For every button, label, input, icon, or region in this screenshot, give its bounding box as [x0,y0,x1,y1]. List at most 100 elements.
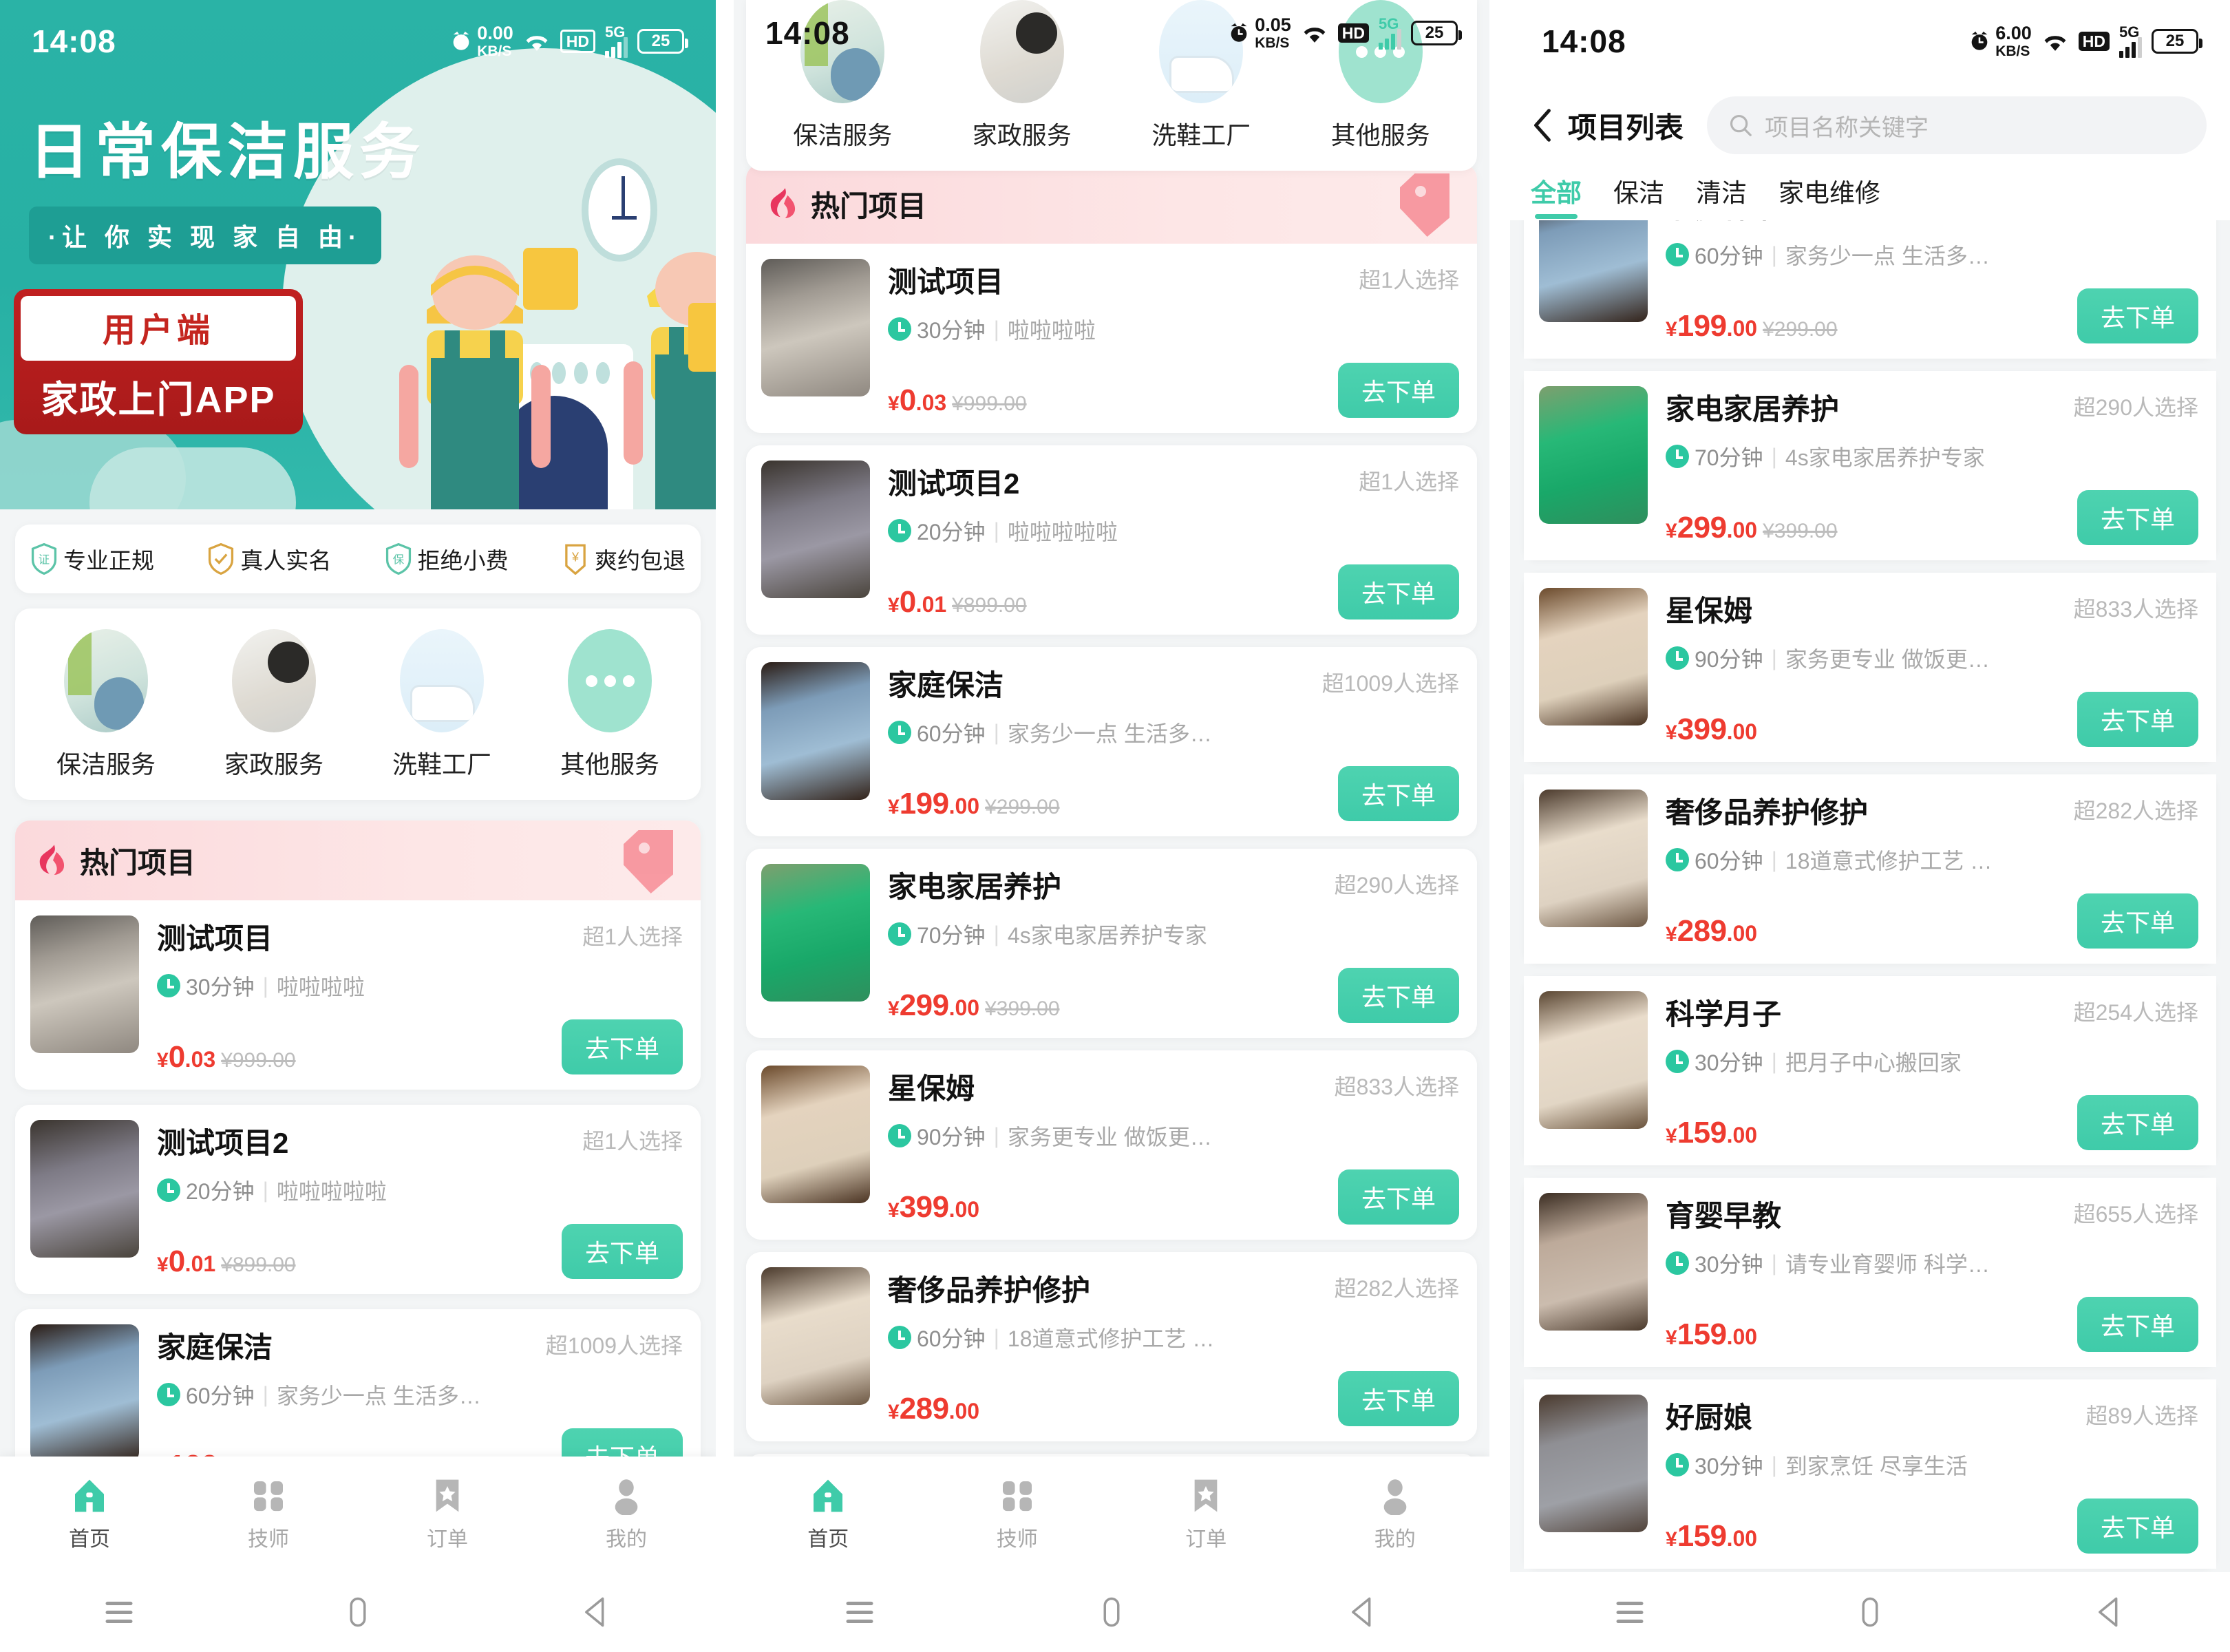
product-row-5[interactable]: 奢侈品养护修护 超282人选择 60分钟 | 18道意式修护工艺 … ¥289.00 去… [746,1252,1477,1441]
recent-apps-icon[interactable] [1612,1594,1648,1630]
tab-profile[interactable]: 我的 [537,1476,716,1552]
product-card-2: 星保姆 超833人选择 90分钟 | 家务更专业 做饭更… ¥399.00 去下单 [1524,573,2216,762]
bucket-illustration-1 [523,248,578,310]
order-button[interactable]: 去下单 [2077,1297,2198,1352]
product-picks-count: 超833人选择 [1334,1074,1459,1099]
product-name: 家庭保洁 [157,1331,273,1364]
shoe-wash-factory-thumb [1159,0,1244,103]
price-decimal: .03 [915,390,947,415]
tab-appliance-repair[interactable]: 家电维修 [1778,172,1880,220]
product-row-2[interactable]: 星保姆 超833人选择 90分钟 | 家务更专业 做饭更… ¥399.00 去下单 [1524,573,2216,762]
product-name: 奢侈品养护修护 [888,1274,1091,1306]
product-row-5[interactable]: 育婴早教 超655人选择 30分钟 | 请专业育婴师 科学… ¥159.00 去下单 [1524,1178,2216,1367]
price-decimal: .00 [1726,316,1758,341]
order-button[interactable]: 去下单 [1337,1169,1459,1225]
category-item-2[interactable]: 洗鞋工厂 [358,629,526,781]
product-desc: 把月子中心搬回家 [1785,1050,1962,1075]
chevron-left-icon[interactable] [1531,107,1554,143]
order-button[interactable]: 去下单 [1337,363,1459,418]
product-duration: 30分钟 [186,975,255,999]
category-item-0[interactable]: 保洁服务 [22,629,190,781]
product-row-1[interactable]: 测试项目2 超1人选择 20分钟 | 啦啦啦啦啦 ¥0.01 ¥899.00 去下单 [746,445,1477,635]
project-list-scroll[interactable]: 家庭保洁超1009人选择 60分钟|家务少一点 生活多… ¥199.00¥299… [1510,157,2230,1572]
tab-all[interactable]: 全部 [1531,172,1582,220]
tab-baojie[interactable]: 保洁 [1613,172,1664,220]
product-price: ¥289.00 [1666,914,1757,949]
category-item-1[interactable]: 家政服务 [933,0,1112,151]
product-card-5: 奢侈品养护修护 超282人选择 60分钟 | 18道意式修护工艺 … ¥289.00 去… [746,1252,1477,1441]
trust-item-0: 证 专业正规 [30,542,154,575]
trust-label-1: 真人实名 [240,548,332,573]
product-row-1[interactable]: 测试项目2 超1人选择 20分钟 | 啦啦啦啦啦 ¥ 0 .01 ¥899.00… [15,1105,701,1294]
tab-orders[interactable]: 订单 [1112,1476,1301,1552]
app-type-badge: 用户端 家政上门APP [14,289,303,434]
price-decimal: .00 [948,1399,980,1423]
home-pill-icon[interactable] [1852,1594,1888,1630]
tab-home[interactable]: 首页 [0,1476,179,1552]
category-item-2[interactable]: 洗鞋工厂 [1112,0,1291,151]
speed-value: 6.00 [1995,23,2032,43]
product-picks-count: 超1人选择 [1359,469,1459,494]
product-row-3[interactable]: 奢侈品养护修护 超282人选择 60分钟 | 18道意式修护工艺 … ¥289.00 去… [1524,774,2216,964]
order-button[interactable]: 去下单 [1337,564,1459,620]
order-button[interactable]: 去下单 [1337,766,1459,821]
product-row-1[interactable]: 家电家居养护 超290人选择 70分钟 | 4s家电家居养护专家 ¥299.00 ¥39… [1524,371,2216,560]
tab-home[interactable]: 首页 [734,1476,923,1552]
back-triangle-icon[interactable] [2092,1594,2128,1630]
product-desc: 家务少一点 生活多… [276,1384,481,1408]
search-input[interactable]: 项目名称关键字 [1707,96,2207,154]
tab-orders[interactable]: 订单 [358,1476,537,1552]
product-picks-count: 超89人选择 [2085,1404,2198,1428]
order-button[interactable]: 去下单 [2077,490,2198,545]
order-button[interactable]: 去下单 [2077,1095,2198,1150]
category-item-3[interactable]: 其他服务 [526,629,694,781]
tab-technician[interactable]: 技师 [179,1476,358,1552]
product-image [761,662,870,800]
tab-technician[interactable]: 技师 [923,1476,1112,1552]
order-button[interactable]: 去下单 [561,1224,683,1279]
product-row-0[interactable]: 测试项目 超1人选择 30分钟 | 啦啦啦啦 ¥0.03 ¥999.00 去下单 [746,244,1477,433]
product-price: ¥0.01 ¥899.00 [888,585,1027,620]
recent-apps-icon[interactable] [842,1594,878,1630]
tab-qingjie[interactable]: 清洁 [1696,172,1747,220]
currency-symbol: ¥ [157,1253,169,1276]
category-item-0[interactable]: 保洁服务 [753,0,933,151]
product-row-6[interactable]: 好厨娘 超89人选择 30分钟 | 到家烹饪 尽享生活 ¥159.00 去下单 [1524,1379,2216,1569]
order-button[interactable]: 去下单 [2077,893,2198,949]
category-label-1: 家政服务 [972,121,1072,149]
tab-label-orders: 订单 [1185,1528,1227,1551]
product-picks-count: 超1人选择 [582,924,683,949]
product-row-3[interactable]: 家电家居养护 超290人选择 70分钟 | 4s家电家居养护专家 ¥299.00 ¥39… [746,849,1477,1038]
product-duration: 20分钟 [917,520,986,544]
hero-subtitle: ·让 你 实 现 家 自 由· [29,206,381,264]
trust-item-3: ¥ 爽约包退 [562,542,686,575]
speed-unit: KB/S [1995,43,2030,59]
order-button[interactable]: 去下单 [2077,1499,2198,1554]
back-triangle-icon[interactable] [579,1594,615,1630]
recent-apps-icon[interactable] [101,1594,137,1630]
currency-symbol: ¥ [888,1199,900,1222]
trust-badges-row: 证 专业正规 真人实名 保 拒绝小费 ¥ 爽约包退 [15,525,701,593]
order-button[interactable]: 去下单 [2077,288,2198,343]
hot-projects-header: 热门项目 [746,164,1477,244]
product-row-4[interactable]: 星保姆 超833人选择 90分钟 | 家务更专业 做饭更… ¥399.00 去下单 [746,1050,1477,1240]
category-item-1[interactable]: 家政服务 [190,629,358,781]
product-row-0[interactable]: 测试项目 超1人选择 30分钟 | 啦啦啦啦 ¥ 0 .03 ¥999.00 去… [15,900,701,1090]
order-button[interactable]: 去下单 [1337,968,1459,1023]
home-pill-icon[interactable] [340,1594,376,1630]
category-label-0: 保洁服务 [793,121,893,149]
product-row-2[interactable]: 家庭保洁 超1009人选择 60分钟 | 家务少一点 生活多… ¥199.00 ¥299… [746,647,1477,836]
home-pill-icon[interactable] [1094,1594,1129,1630]
product-image [30,1120,139,1258]
mid-scroll-area[interactable]: 热门项目 测试项目 超1人选择 30分钟 | 啦啦啦啦 ¥0.03 ¥999.00 去… [734,164,1489,1652]
price-decimal: .00 [1726,518,1758,542]
tab-profile[interactable]: 我的 [1301,1476,1490,1552]
order-button[interactable]: 去下单 [561,1019,683,1074]
product-duration: 20分钟 [186,1179,255,1204]
order-button[interactable]: 去下单 [2077,692,2198,747]
order-button[interactable]: 去下单 [1337,1371,1459,1426]
product-row-4[interactable]: 科学月子 超254人选择 30分钟 | 把月子中心搬回家 ¥159.00 去下单 [1524,976,2216,1165]
back-triangle-icon[interactable] [1346,1594,1381,1630]
category-label-2: 洗鞋工厂 [392,750,491,779]
category-item-3[interactable]: 其他服务 [1291,0,1471,151]
